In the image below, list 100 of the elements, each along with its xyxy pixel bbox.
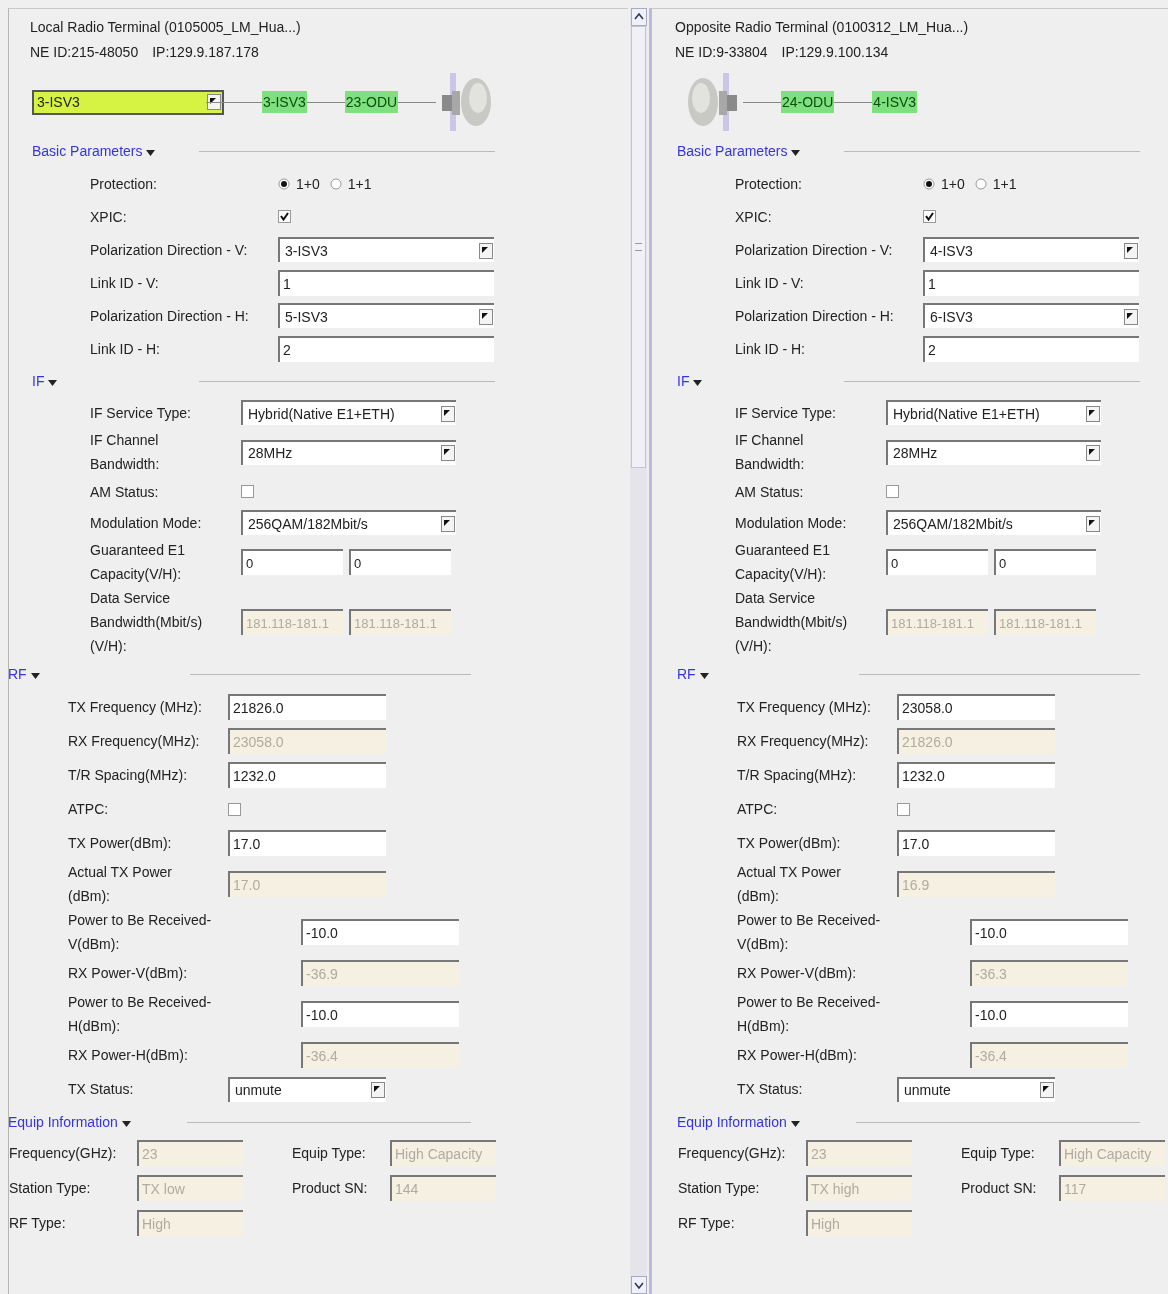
- field-label: RX Frequency(MHz):: [737, 732, 869, 751]
- section-header[interactable]: Basic Parameters: [32, 143, 143, 159]
- dropdown[interactable]: 3-ISV3: [32, 89, 224, 115]
- checkbox[interactable]: [241, 485, 254, 498]
- input-field: High Capacity: [1059, 1140, 1165, 1166]
- field-label: Data Service Bandwidth(Mbit/s) (V/H):: [90, 589, 204, 656]
- input-field[interactable]: 2: [278, 335, 494, 362]
- input-field[interactable]: 0: [994, 549, 1096, 575]
- input-field[interactable]: 21826.0: [228, 694, 386, 720]
- section-header[interactable]: RF: [8, 666, 27, 682]
- input-field: -36.4: [970, 1042, 1128, 1068]
- field-label: Protection:: [90, 174, 157, 194]
- section-header[interactable]: Equip Information: [677, 1114, 787, 1130]
- input-field[interactable]: 1232.0: [228, 762, 386, 788]
- field-label: Link ID - H:: [90, 339, 160, 359]
- dropdown[interactable]: 5-ISV3: [278, 303, 494, 328]
- dropdown[interactable]: 4-ISV3: [923, 237, 1139, 262]
- field-label: RX Frequency(MHz):: [68, 732, 200, 751]
- field-label: T/R Spacing(MHz):: [68, 766, 188, 785]
- section-header[interactable]: Basic Parameters: [677, 143, 788, 159]
- field-label: Polarization Direction - V:: [735, 240, 893, 260]
- radio-button[interactable]: [278, 177, 290, 190]
- field-label: RF Type:: [678, 1215, 736, 1231]
- radio-button[interactable]: [923, 177, 935, 190]
- field-label: Link ID - H:: [735, 339, 805, 359]
- input-field: High: [137, 1210, 243, 1236]
- dropdown[interactable]: 28MHz: [241, 439, 456, 465]
- input-field[interactable]: -10.0: [970, 919, 1128, 945]
- field-label: IF Channel Bandwidth:: [735, 431, 806, 474]
- caret-icon: [693, 380, 703, 386]
- dropdown[interactable]: 256QAM/182Mbit/s: [886, 510, 1101, 535]
- caret-icon: [790, 1121, 800, 1127]
- input-field[interactable]: -10.0: [301, 919, 459, 945]
- field-label: Station Type:: [9, 1180, 92, 1196]
- section-header[interactable]: RF: [677, 666, 696, 682]
- input-field: -36.9: [301, 960, 459, 986]
- board-label: 3-ISV3: [262, 91, 307, 113]
- ne-id-label: NE ID:215-48050: [30, 43, 139, 62]
- ne-id-label: NE ID:9-33804: [675, 43, 768, 62]
- caret-icon: [146, 150, 156, 156]
- dropdown[interactable]: 28MHz: [886, 439, 1101, 465]
- checkbox[interactable]: [228, 802, 241, 816]
- board-label: 4-ISV3: [872, 91, 918, 113]
- field-label: XPIC:: [90, 207, 127, 227]
- input-field[interactable]: 17.0: [897, 830, 1055, 856]
- caret-icon: [30, 673, 40, 679]
- caret-icon: [121, 1121, 131, 1127]
- field-label: Power to Be Received-V(dBm):: [68, 911, 213, 954]
- field-label: ATPC:: [737, 800, 778, 819]
- checkbox[interactable]: [897, 802, 910, 816]
- input-field: 16.9: [897, 871, 1055, 897]
- field-label: TX Power(dBm):: [68, 834, 172, 853]
- scrollbar-thumb[interactable]: [631, 26, 646, 468]
- dropdown[interactable]: Hybrid(Native E1+ETH): [241, 400, 456, 425]
- input-field[interactable]: 2: [923, 335, 1139, 362]
- field-label: Guaranteed E1 Capacity(V/H):: [90, 541, 186, 584]
- input-field: -36.4: [301, 1042, 459, 1068]
- input-field[interactable]: 0: [886, 549, 988, 575]
- radio-button[interactable]: [974, 177, 987, 190]
- dropdown[interactable]: unmute: [897, 1076, 1055, 1102]
- radio-label: 1+0: [296, 175, 320, 192]
- input-field: 181.118-181.1: [886, 609, 988, 635]
- input-field[interactable]: 23058.0: [897, 694, 1055, 720]
- dropdown[interactable]: 3-ISV3: [278, 237, 494, 262]
- input-field[interactable]: 17.0: [228, 830, 386, 856]
- field-label: TX Status:: [68, 1080, 134, 1099]
- radio-label: 1+1: [347, 175, 372, 192]
- checkbox[interactable]: [886, 485, 899, 498]
- input-field[interactable]: -10.0: [301, 1001, 459, 1027]
- checkbox[interactable]: [278, 210, 291, 223]
- input-field: -36.3: [970, 960, 1128, 986]
- scrollbar[interactable]: [630, 8, 647, 1294]
- field-label: Power to Be Received-H(dBm):: [737, 993, 882, 1036]
- field-label: IF Service Type:: [735, 403, 836, 423]
- input-field[interactable]: 1: [923, 269, 1139, 296]
- radio-button[interactable]: [329, 177, 342, 190]
- dropdown[interactable]: unmute: [228, 1076, 386, 1102]
- input-field[interactable]: 0: [349, 549, 451, 575]
- field-label: Frequency(GHz):: [9, 1145, 118, 1161]
- input-field: TX low: [137, 1175, 243, 1201]
- section-header[interactable]: IF: [32, 373, 45, 389]
- field-label: Guaranteed E1 Capacity(V/H):: [735, 541, 831, 584]
- input-field: 17.0: [228, 871, 386, 897]
- dropdown[interactable]: 6-ISV3: [923, 303, 1139, 328]
- input-field: 181.118-181.1: [994, 609, 1096, 635]
- dropdown[interactable]: Hybrid(Native E1+ETH): [886, 400, 1101, 425]
- field-label: AM Status:: [735, 482, 804, 502]
- section-header[interactable]: Equip Information: [8, 1114, 118, 1130]
- scroll-up-button: [630, 8, 647, 26]
- caret-icon: [48, 380, 58, 386]
- section-header[interactable]: IF: [677, 373, 690, 389]
- checkbox[interactable]: [923, 210, 936, 223]
- dropdown[interactable]: 256QAM/182Mbit/s: [241, 510, 456, 535]
- input-field[interactable]: -10.0: [970, 1001, 1128, 1027]
- input-field[interactable]: 0: [241, 549, 343, 575]
- input-field[interactable]: 1: [278, 269, 494, 296]
- field-label: Modulation Mode:: [90, 513, 202, 533]
- input-field[interactable]: 1232.0: [897, 762, 1055, 788]
- input-field: 21826.0: [897, 728, 1055, 754]
- field-label: XPIC:: [735, 207, 772, 227]
